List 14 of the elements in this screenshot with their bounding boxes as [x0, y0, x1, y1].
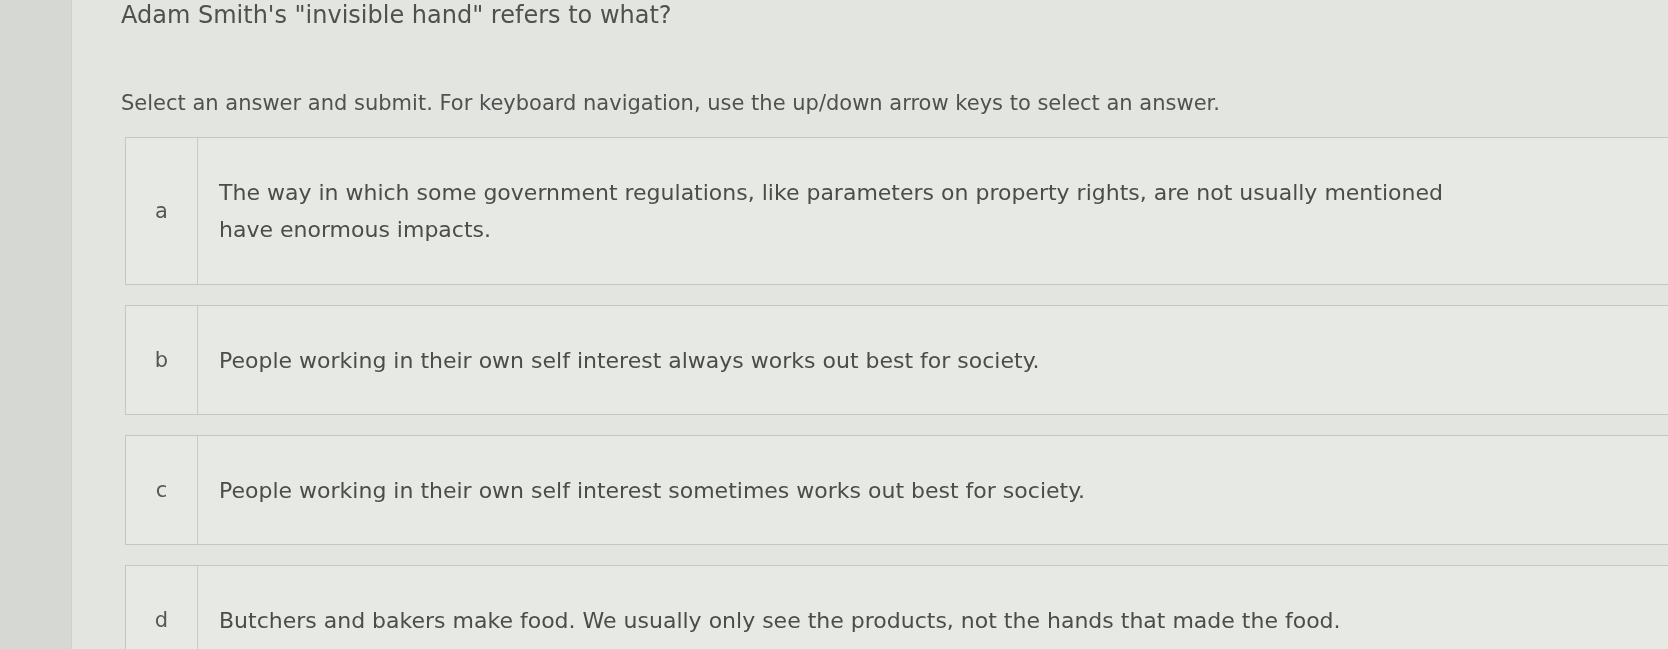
option-letter: d [154, 607, 169, 634]
instructions-text: Select an answer and submit. For keyboard navigation, use the up/down arrow keys to select an answer. [121, 90, 1221, 117]
answer-option[interactable]: a The way in which some government regulations, like parameters on property rights, are not usually mentioned have enormous impacts. [125, 137, 1668, 285]
option-letter: b [154, 347, 169, 374]
answer-option[interactable]: c People working in their own self interest sometimes works out best for society. [125, 435, 1668, 545]
option-letter: c [155, 477, 168, 504]
option-letter: a [155, 198, 168, 225]
option-text: Butchers and bakers make food. We usually only see the products, not the hands that made the food. [219, 606, 1341, 635]
option-text: People working in their own self interest sometimes works out best for society. [219, 476, 1086, 505]
answer-option[interactable]: d Butchers and bakers make food. We usually only see the products, not the hands that made the food. [125, 565, 1668, 649]
option-text: The way in which some government regulations, like parameters on property rights, are not usually mentioned have enormous impacts. [219, 179, 1443, 244]
option-text: People working in their own self interest always works out best for society. [219, 346, 1040, 375]
answer-option[interactable]: b People working in their own self interest always works out best for society. [125, 305, 1668, 415]
question-title: Adam Smith's "invisible hand" refers to what? [121, 0, 673, 30]
